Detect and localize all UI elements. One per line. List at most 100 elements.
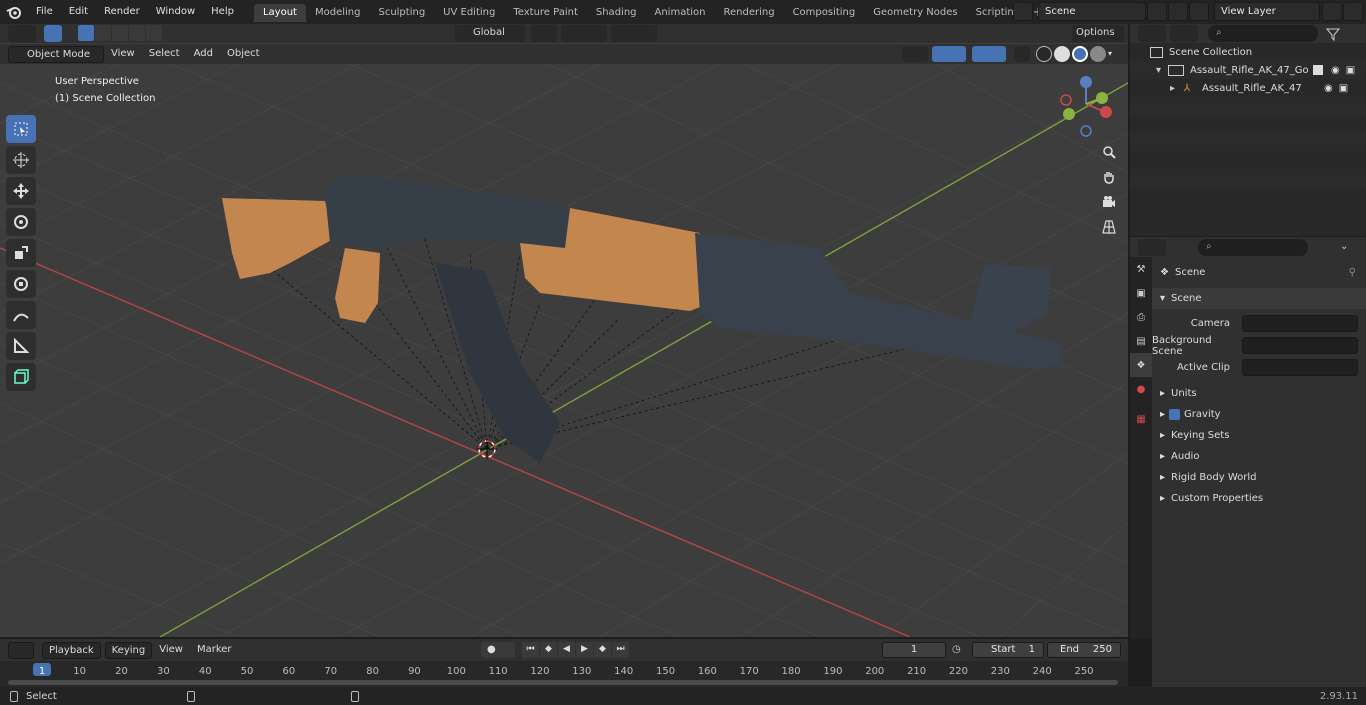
current-frame-field[interactable]: 1	[882, 642, 946, 658]
scene-name-field[interactable]: Scene	[1038, 2, 1146, 21]
filter-funnel-icon[interactable]	[1322, 25, 1348, 42]
transform-orientation-dropdown[interactable]: Global	[455, 25, 525, 42]
audio-panel-header[interactable]: ▸ Audio	[1152, 446, 1366, 467]
3d-viewport[interactable]: User Perspective (1) Scene Collection	[0, 43, 1128, 637]
select-subtract-icon[interactable]	[112, 25, 128, 41]
zoom-icon[interactable]	[1097, 141, 1121, 163]
properties-options-chevron-icon[interactable]: ⌄	[1340, 239, 1360, 256]
view-layer-field[interactable]: View Layer	[1214, 2, 1320, 21]
scene-selector-icon[interactable]	[1013, 2, 1033, 21]
move-tool[interactable]	[6, 177, 36, 205]
menu-view[interactable]: View	[104, 44, 142, 64]
gizmo-toggle-icon[interactable]	[932, 46, 966, 62]
timeline-scrollbar[interactable]	[8, 680, 1118, 685]
outliner-search-input[interactable]: ⌕	[1208, 25, 1318, 42]
menu-help[interactable]: Help	[203, 0, 242, 24]
menu-window[interactable]: Window	[148, 0, 203, 24]
outliner-editor-type-icon[interactable]	[1138, 25, 1166, 42]
scene-panel-header[interactable]: ▾ Scene	[1152, 288, 1366, 309]
select-tool-icon[interactable]	[44, 25, 62, 42]
background-scene-field[interactable]	[1242, 337, 1358, 354]
menu-edit[interactable]: Edit	[61, 0, 96, 24]
annotate-tool[interactable]	[6, 301, 36, 329]
tab-rendering[interactable]: Rendering	[714, 4, 783, 22]
checkbox-icon[interactable]	[1313, 65, 1323, 75]
timeline-menu-marker[interactable]: Marker	[190, 640, 239, 660]
timeline-editor-type-icon[interactable]	[8, 641, 34, 659]
material-shading-icon[interactable]	[1072, 46, 1088, 62]
camera-field[interactable]	[1242, 315, 1358, 332]
object-mode-dropdown[interactable]: Object Mode	[8, 45, 104, 63]
menu-select[interactable]: Select	[142, 44, 187, 64]
gravity-panel-header[interactable]: ▸ Gravity	[1152, 404, 1366, 425]
overlay-toggle-icon[interactable]	[972, 46, 1006, 62]
playback-dropdown[interactable]: Playback	[42, 641, 101, 659]
blender-logo-icon[interactable]	[0, 0, 28, 24]
custom-properties-panel-header[interactable]: ▸ Custom Properties	[1152, 488, 1366, 509]
tab-shading[interactable]: Shading	[587, 4, 646, 22]
units-panel-header[interactable]: ▸ Units	[1152, 383, 1366, 404]
play-icon[interactable]: ▶	[576, 642, 593, 658]
3d-cursor-icon[interactable]	[477, 439, 497, 459]
eye-icon[interactable]: ◉	[1331, 65, 1340, 76]
rifle-grip[interactable]	[335, 248, 380, 323]
ortho-grid-icon[interactable]	[1097, 216, 1121, 238]
tab-uv-editing[interactable]: UV Editing	[434, 4, 504, 22]
snap-icon[interactable]	[561, 25, 607, 42]
shading-options-chevron-icon[interactable]: ▾	[1108, 46, 1122, 62]
pivot-point-icon[interactable]	[531, 25, 557, 42]
xray-toggle-icon[interactable]	[1014, 46, 1030, 62]
gravity-checkbox-icon[interactable]	[1169, 409, 1181, 420]
visibility-icon[interactable]	[902, 46, 928, 62]
start-frame-field[interactable]: Start 1	[972, 642, 1044, 658]
pin-icon[interactable]: ⚲	[1349, 267, 1356, 278]
solid-shading-icon[interactable]	[1054, 46, 1070, 62]
menu-render[interactable]: Render	[96, 0, 148, 24]
auto-keying-record-icon[interactable]: ●	[481, 642, 515, 658]
keying-dropdown[interactable]: Keying	[104, 641, 153, 659]
prev-keyframe-icon[interactable]: ◆	[540, 642, 557, 658]
select-intersect-icon[interactable]	[146, 25, 162, 41]
select-box-tool[interactable]	[6, 115, 36, 143]
delete-view-layer-icon[interactable]	[1343, 2, 1363, 21]
output-properties-tab-icon[interactable]: ⎙	[1130, 305, 1152, 329]
camera-render-icon[interactable]: ▣	[1339, 83, 1348, 94]
timeline-scrubber[interactable]: 1 10 20 30 40 50 60 70 80 90 100 110 120 130 140 150 160…	[0, 661, 1128, 687]
outliner-item-empty[interactable]: ▸ ⅄ Assault_Rifle_AK_47_Gold ◉ ▣	[1130, 79, 1366, 97]
rifle-stock[interactable]	[222, 198, 335, 279]
tab-sculpting[interactable]: Sculpting	[369, 4, 434, 22]
proportional-edit-icon[interactable]	[611, 25, 657, 42]
delete-scene-icon[interactable]	[1168, 2, 1188, 21]
rendered-shading-icon[interactable]	[1090, 46, 1106, 62]
add-cube-tool[interactable]	[6, 363, 36, 391]
keying-sets-panel-header[interactable]: ▸ Keying Sets	[1152, 425, 1366, 446]
new-collection-icon[interactable]	[1350, 25, 1364, 42]
menu-file[interactable]: File	[28, 0, 61, 24]
tab-compositing[interactable]: Compositing	[784, 4, 865, 22]
timeline-menu-view[interactable]: View	[152, 640, 190, 660]
scene-properties-tab-icon[interactable]: ❖	[1130, 353, 1152, 377]
outliner-scene-collection[interactable]: Scene Collection	[1130, 43, 1366, 61]
transform-tool[interactable]	[6, 270, 36, 298]
camera-view-icon[interactable]	[1097, 191, 1121, 213]
view-layer-icon[interactable]	[1189, 2, 1209, 21]
new-view-layer-icon[interactable]	[1322, 2, 1342, 21]
jump-end-icon[interactable]: ⏭	[612, 642, 629, 658]
select-new-icon[interactable]	[78, 25, 94, 41]
wireframe-shading-icon[interactable]	[1036, 46, 1052, 62]
properties-editor-type-icon[interactable]	[1138, 239, 1166, 256]
active-clip-field[interactable]	[1242, 359, 1358, 376]
end-frame-field[interactable]: End 250	[1047, 642, 1121, 658]
tab-geometry-nodes[interactable]: Geometry Nodes	[864, 4, 966, 22]
tab-animation[interactable]: Animation	[646, 4, 715, 22]
expand-down-icon[interactable]: ▾	[1156, 65, 1168, 76]
select-extend-icon[interactable]	[95, 25, 111, 41]
view-layer-tab-icon[interactable]: ▤	[1130, 329, 1152, 353]
menu-object[interactable]: Object	[220, 44, 267, 64]
rotate-tool[interactable]	[6, 208, 36, 236]
tab-layout[interactable]: Layout	[253, 4, 306, 22]
world-properties-tab-icon[interactable]: ●	[1130, 377, 1152, 401]
editor-type-icon[interactable]	[8, 25, 36, 42]
outliner-item-collection[interactable]: ▾ Assault_Rifle_AK_47_Gold_00 ◉ ▣	[1130, 61, 1366, 79]
eye-icon[interactable]: ◉	[1324, 83, 1333, 94]
